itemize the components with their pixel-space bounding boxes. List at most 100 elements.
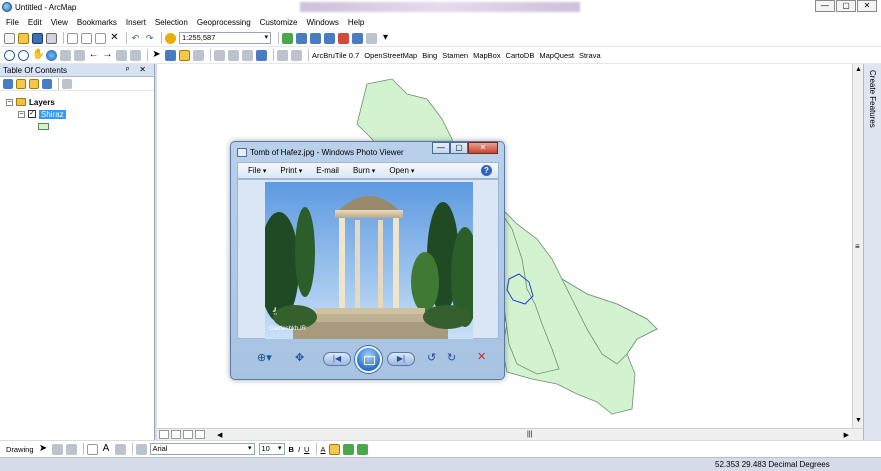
- rotate-clockwise-icon[interactable]: ↻: [447, 351, 456, 364]
- font-name-combo[interactable]: Arial: [149, 443, 255, 455]
- toolbar-options-icon[interactable]: ▾: [380, 32, 391, 44]
- provider-strava-menu[interactable]: Strava: [579, 51, 601, 60]
- identify-icon[interactable]: [165, 49, 176, 61]
- close-icon[interactable]: ✕: [857, 0, 877, 12]
- menu-file[interactable]: File: [6, 18, 19, 27]
- font-color-button[interactable]: A: [320, 445, 325, 454]
- measure-icon[interactable]: [214, 49, 225, 61]
- callout-icon[interactable]: [114, 443, 126, 455]
- refresh-view-button[interactable]: [183, 430, 193, 439]
- arctoolbox-icon[interactable]: [338, 32, 349, 44]
- provider-bing-menu[interactable]: Bing: [422, 51, 437, 60]
- arcbrutile-menu[interactable]: ArcBruTile 0.7: [312, 51, 359, 60]
- list-by-source-icon[interactable]: [16, 78, 26, 89]
- fixed-zoom-in-icon[interactable]: [60, 49, 71, 61]
- collapse-shiraz-icon[interactable]: −: [18, 110, 25, 118]
- toc-pin-close-buttons[interactable]: ᵖ ✕: [126, 65, 150, 74]
- map-scale-combo[interactable]: 1:255,587: [179, 32, 271, 44]
- rectangle-icon[interactable]: [86, 443, 98, 455]
- menu-customize[interactable]: Customize: [260, 18, 298, 27]
- slideshow-button[interactable]: [355, 346, 382, 373]
- minimize-icon[interactable]: —: [815, 0, 835, 12]
- table-of-contents-window-icon[interactable]: [296, 32, 307, 44]
- drawing-menu[interactable]: Drawing: [6, 445, 34, 454]
- collapse-layers-icon[interactable]: −: [6, 98, 13, 106]
- copy-icon[interactable]: [81, 32, 92, 44]
- previous-button[interactable]: |◀: [323, 352, 351, 366]
- paste-icon[interactable]: [95, 32, 106, 44]
- toc-layers-row[interactable]: − Layers: [6, 96, 55, 108]
- italic-button[interactable]: I: [298, 445, 300, 454]
- forward-extent-icon[interactable]: →: [102, 49, 113, 61]
- pv-menu-print[interactable]: Print: [280, 166, 302, 175]
- map-horizontal-scrollbar[interactable]: ◀ ||| ▶: [217, 431, 849, 439]
- provider-cartodb-menu[interactable]: CartoDB: [506, 51, 535, 60]
- layout-view-button[interactable]: [171, 430, 181, 439]
- scroll-right-arrow-icon[interactable]: ▶: [844, 431, 849, 439]
- delete-photo-icon[interactable]: ✕: [477, 350, 486, 363]
- next-button[interactable]: ▶|: [387, 352, 415, 366]
- zoom-icon[interactable]: ⊕▾: [257, 351, 272, 364]
- create-features-tab[interactable]: Create Features: [868, 70, 877, 128]
- model-builder-icon[interactable]: [366, 32, 377, 44]
- menu-windows[interactable]: Windows: [306, 18, 338, 27]
- photo-viewer-window[interactable]: Tomb of Hafez.jpg - Windows Photo Viewer…: [230, 141, 505, 380]
- scroll-left-arrow-icon[interactable]: ◀: [217, 431, 222, 439]
- create-viewer-window-icon[interactable]: [291, 49, 302, 61]
- marker-color-icon[interactable]: [357, 443, 369, 455]
- python-window-icon[interactable]: [352, 32, 363, 44]
- new-document-icon[interactable]: [4, 32, 15, 44]
- html-popup-icon[interactable]: [193, 49, 204, 61]
- clear-selection-icon[interactable]: [130, 49, 141, 61]
- map-vertical-scrollbar[interactable]: ▲ ≡ ▼: [852, 64, 863, 428]
- pv-menu-open[interactable]: Open: [389, 166, 414, 175]
- underline-button[interactable]: U: [304, 445, 309, 454]
- actual-size-icon[interactable]: ✥: [295, 351, 304, 364]
- help-icon[interactable]: ?: [481, 165, 492, 176]
- provider-stamen-menu[interactable]: Stamen: [442, 51, 468, 60]
- find-icon[interactable]: [228, 49, 239, 61]
- zoom-to-selected-icon[interactable]: [65, 443, 77, 455]
- shiraz-symbol-swatch[interactable]: [38, 122, 49, 130]
- fill-color-icon[interactable]: [329, 443, 341, 455]
- horizontal-scroll-grip-icon[interactable]: |||: [527, 431, 532, 438]
- text-tool-icon[interactable]: A: [100, 443, 112, 455]
- select-elements-icon[interactable]: ➤: [37, 443, 49, 455]
- full-extent-icon[interactable]: [46, 49, 57, 61]
- catalog-window-icon[interactable]: [310, 32, 321, 44]
- shiraz-layer-label[interactable]: Shiraz: [39, 109, 66, 119]
- editor-toolbar-icon[interactable]: [282, 32, 293, 44]
- search-window-icon[interactable]: [324, 32, 335, 44]
- redo-icon[interactable]: ↷: [144, 32, 155, 44]
- add-data-icon[interactable]: [165, 32, 176, 44]
- restore-icon[interactable]: ▢: [836, 0, 856, 12]
- toc-options-icon[interactable]: [62, 78, 72, 89]
- fixed-zoom-out-icon[interactable]: [74, 49, 85, 61]
- go-to-xy-icon[interactable]: [256, 49, 267, 61]
- provider-mapquest-menu[interactable]: MapQuest: [539, 51, 574, 60]
- hyperlink-icon[interactable]: [179, 49, 190, 61]
- scroll-grip-icon[interactable]: ≡: [855, 242, 860, 251]
- print-icon[interactable]: [46, 32, 57, 44]
- undo-icon[interactable]: ↶: [130, 32, 141, 44]
- time-slider-icon[interactable]: [277, 49, 288, 61]
- find-route-icon[interactable]: [242, 49, 253, 61]
- back-extent-icon[interactable]: ←: [88, 49, 99, 61]
- pause-drawing-button[interactable]: [195, 430, 205, 439]
- shiraz-symbol-row[interactable]: [38, 120, 49, 132]
- scroll-down-arrow-icon[interactable]: ▼: [855, 417, 862, 424]
- list-by-visibility-icon[interactable]: [29, 78, 39, 89]
- create-features-dock[interactable]: Create Features: [863, 64, 881, 440]
- menu-edit[interactable]: Edit: [28, 18, 42, 27]
- menu-geoprocessing[interactable]: Geoprocessing: [197, 18, 251, 27]
- data-view-button[interactable]: [159, 430, 169, 439]
- pan-icon[interactable]: ✋: [32, 49, 44, 61]
- photo-viewer-maximize-icon[interactable]: ▢: [450, 142, 468, 154]
- menu-view[interactable]: View: [51, 18, 68, 27]
- select-elements-icon[interactable]: ➤: [151, 49, 162, 61]
- photo-viewer-minimize-icon[interactable]: —: [432, 142, 450, 154]
- shiraz-visibility-checkbox[interactable]: ✓: [28, 110, 36, 118]
- open-folder-icon[interactable]: [18, 32, 29, 44]
- menu-help[interactable]: Help: [348, 18, 364, 27]
- provider-mapbox-menu[interactable]: MapBox: [473, 51, 501, 60]
